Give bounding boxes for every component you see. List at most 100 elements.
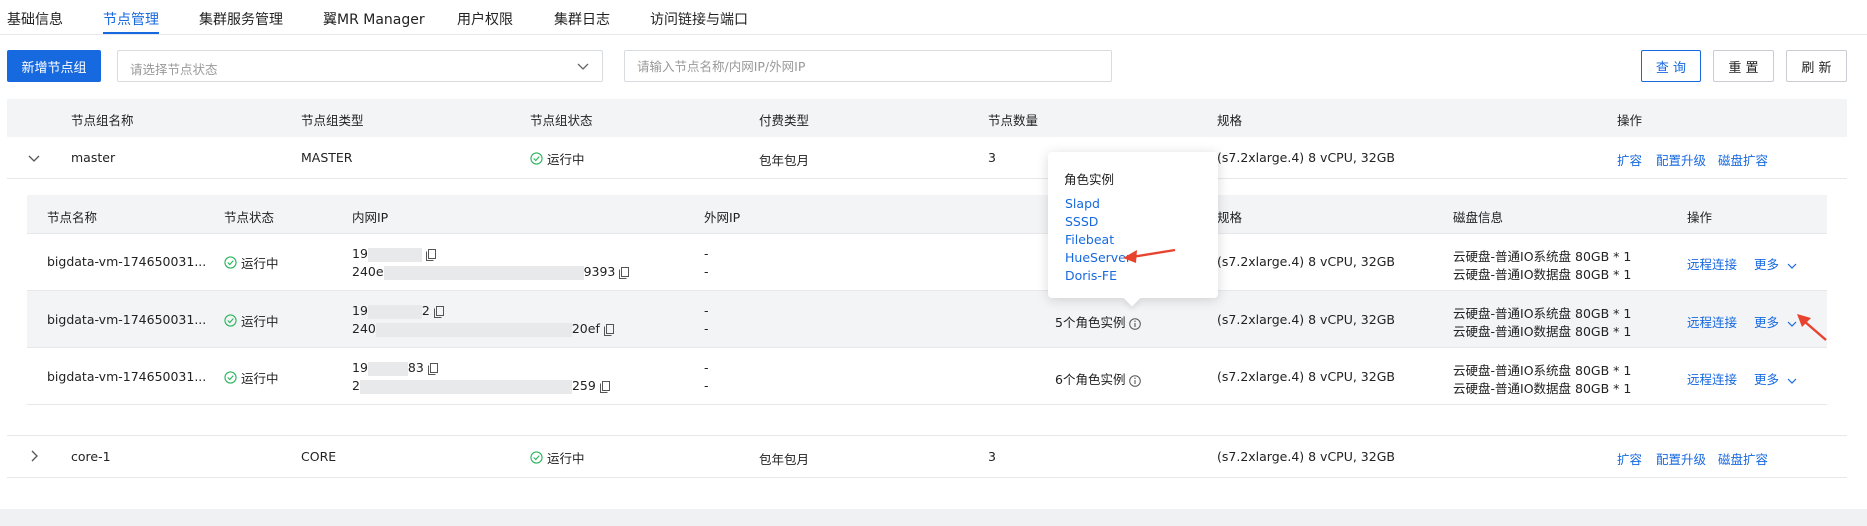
row-divider (27, 347, 1827, 348)
info-icon[interactable] (1129, 317, 1142, 330)
role-item-sssd[interactable]: SSSD (1065, 214, 1098, 229)
private-ipv6: 2 259 (352, 378, 610, 394)
chevron-down-icon (1787, 378, 1797, 384)
node-search-input[interactable] (624, 50, 1112, 82)
system-disk: 云硬盘-普通IO系统盘 80GB * 1 (1453, 306, 1632, 321)
copy-icon[interactable] (603, 323, 614, 336)
disk-expand-link[interactable]: 磁盘扩容 (1718, 150, 1768, 169)
col-node-status: 节点状态 (224, 210, 275, 225)
remote-connect-link[interactable]: 远程连接 (1687, 254, 1737, 273)
col-node-spec: 规格 (1217, 210, 1243, 225)
info-icon[interactable] (1129, 374, 1142, 387)
check-circle-icon (530, 152, 543, 165)
remote-connect-link[interactable]: 远程连接 (1687, 369, 1737, 388)
node-status-placeholder: 请选择节点状态 (130, 62, 218, 77)
public-ip: - (704, 264, 709, 279)
active-tab-indicator (103, 32, 159, 34)
ip-suffix: 9393 (583, 264, 616, 279)
query-button[interactable]: 查 询 (1641, 50, 1701, 82)
more-dropdown[interactable]: 更多 (1754, 254, 1797, 273)
node-status-label: 运行中 (241, 256, 279, 271)
system-disk: 云硬盘-普通IO系统盘 80GB * 1 (1453, 363, 1632, 378)
copy-icon[interactable] (427, 362, 438, 375)
redacted-block (383, 265, 584, 280)
more-label: 更多 (1754, 372, 1780, 387)
expand-link[interactable]: 扩容 (1617, 449, 1642, 468)
more-label: 更多 (1754, 315, 1780, 330)
copy-icon[interactable] (425, 248, 436, 261)
role-item-filebeat[interactable]: Filebeat (1065, 232, 1114, 247)
node-name: bigdata-vm-174650031... (47, 369, 207, 384)
redacted-block (367, 361, 408, 376)
ip-prefix: 240 (352, 321, 376, 336)
role-instances[interactable]: 6个角色实例 (1055, 369, 1142, 388)
tab-user-permission[interactable]: 用户权限 (457, 9, 513, 29)
role-instances[interactable]: 5个角色实例 (1055, 312, 1142, 331)
refresh-button[interactable]: 刷 新 (1786, 50, 1847, 82)
expand-chevron-icon[interactable] (27, 449, 41, 463)
redacted-block (367, 304, 422, 319)
group-status: 运行中 (530, 149, 585, 168)
group-name: core-1 (71, 449, 111, 464)
group-spec: (s7.2xlarge.4) 8 vCPU, 32GB (1217, 449, 1395, 464)
group-billing: 包年包月 (759, 153, 810, 168)
add-node-group-button[interactable]: 新增节点组 (7, 50, 101, 82)
row-divider (27, 233, 1827, 234)
check-circle-icon (224, 314, 237, 327)
tab-basic-info[interactable]: 基础信息 (7, 9, 63, 29)
col-spec: 规格 (1217, 113, 1243, 128)
public-ip: - (704, 360, 709, 375)
group-billing: 包年包月 (759, 452, 810, 467)
ip-suffix: 20ef (571, 321, 600, 336)
group-type: CORE (301, 449, 337, 464)
node-name: bigdata-vm-174650031... (47, 312, 207, 327)
tab-cluster-log[interactable]: 集群日志 (554, 9, 610, 29)
data-disk: 云硬盘-普通IO数据盘 80GB * 1 (1453, 267, 1632, 282)
public-ip: - (704, 246, 709, 261)
tab-mr-manager[interactable]: 翼MR Manager (323, 9, 425, 29)
ip-suffix: 259 (571, 378, 596, 393)
disk-expand-link[interactable]: 磁盘扩容 (1718, 449, 1768, 468)
tab-access-links[interactable]: 访问链接与端口 (650, 9, 748, 29)
chevron-down-icon (1787, 263, 1797, 269)
check-circle-icon (224, 371, 237, 384)
node-status: 运行中 (224, 368, 279, 387)
row-divider (7, 178, 1847, 179)
reset-button[interactable]: 重 置 (1713, 50, 1774, 82)
role-item-doris-fe[interactable]: Doris-FE (1065, 268, 1117, 283)
group-spec: (s7.2xlarge.4) 8 vCPU, 32GB (1217, 150, 1395, 165)
group-node-count: 3 (988, 150, 996, 165)
collapse-chevron-icon[interactable] (27, 151, 41, 165)
col-group-name: 节点组名称 (71, 113, 134, 128)
group-table-header (7, 99, 1847, 137)
node-table-header (27, 195, 1827, 233)
copy-icon[interactable] (433, 305, 444, 318)
group-name: master (71, 150, 116, 165)
copy-icon[interactable] (619, 266, 630, 279)
group-status: 运行中 (530, 448, 585, 467)
upgrade-config-link[interactable]: 配置升级 (1656, 449, 1706, 468)
role-item-slapd[interactable]: Slapd (1065, 196, 1100, 211)
copy-icon[interactable] (599, 380, 610, 393)
group-status-label: 运行中 (547, 451, 585, 466)
ip-prefix: 19 (352, 246, 368, 261)
private-ipv6: 240 20ef (352, 321, 614, 337)
tab-cluster-service[interactable]: 集群服务管理 (199, 9, 283, 29)
col-group-type: 节点组类型 (301, 113, 364, 128)
private-ipv4: 19 2 (352, 303, 444, 319)
group-type: MASTER (301, 150, 353, 165)
data-disk: 云硬盘-普通IO数据盘 80GB * 1 (1453, 381, 1632, 396)
node-status: 运行中 (224, 253, 279, 272)
expand-link[interactable]: 扩容 (1617, 150, 1642, 169)
annotation-arrow-icon (1797, 314, 1827, 341)
group-status-label: 运行中 (547, 152, 585, 167)
upgrade-config-link[interactable]: 配置升级 (1656, 150, 1706, 169)
ip-prefix: 19 (352, 360, 368, 375)
node-status-select[interactable]: 请选择节点状态 (117, 50, 603, 82)
ip-suffix: 83 (407, 360, 424, 375)
remote-connect-link[interactable]: 远程连接 (1687, 312, 1737, 331)
row-divider (27, 404, 1827, 405)
tab-node-management[interactable]: 节点管理 (103, 9, 159, 29)
more-dropdown[interactable]: 更多 (1754, 312, 1797, 331)
more-dropdown[interactable]: 更多 (1754, 369, 1797, 388)
